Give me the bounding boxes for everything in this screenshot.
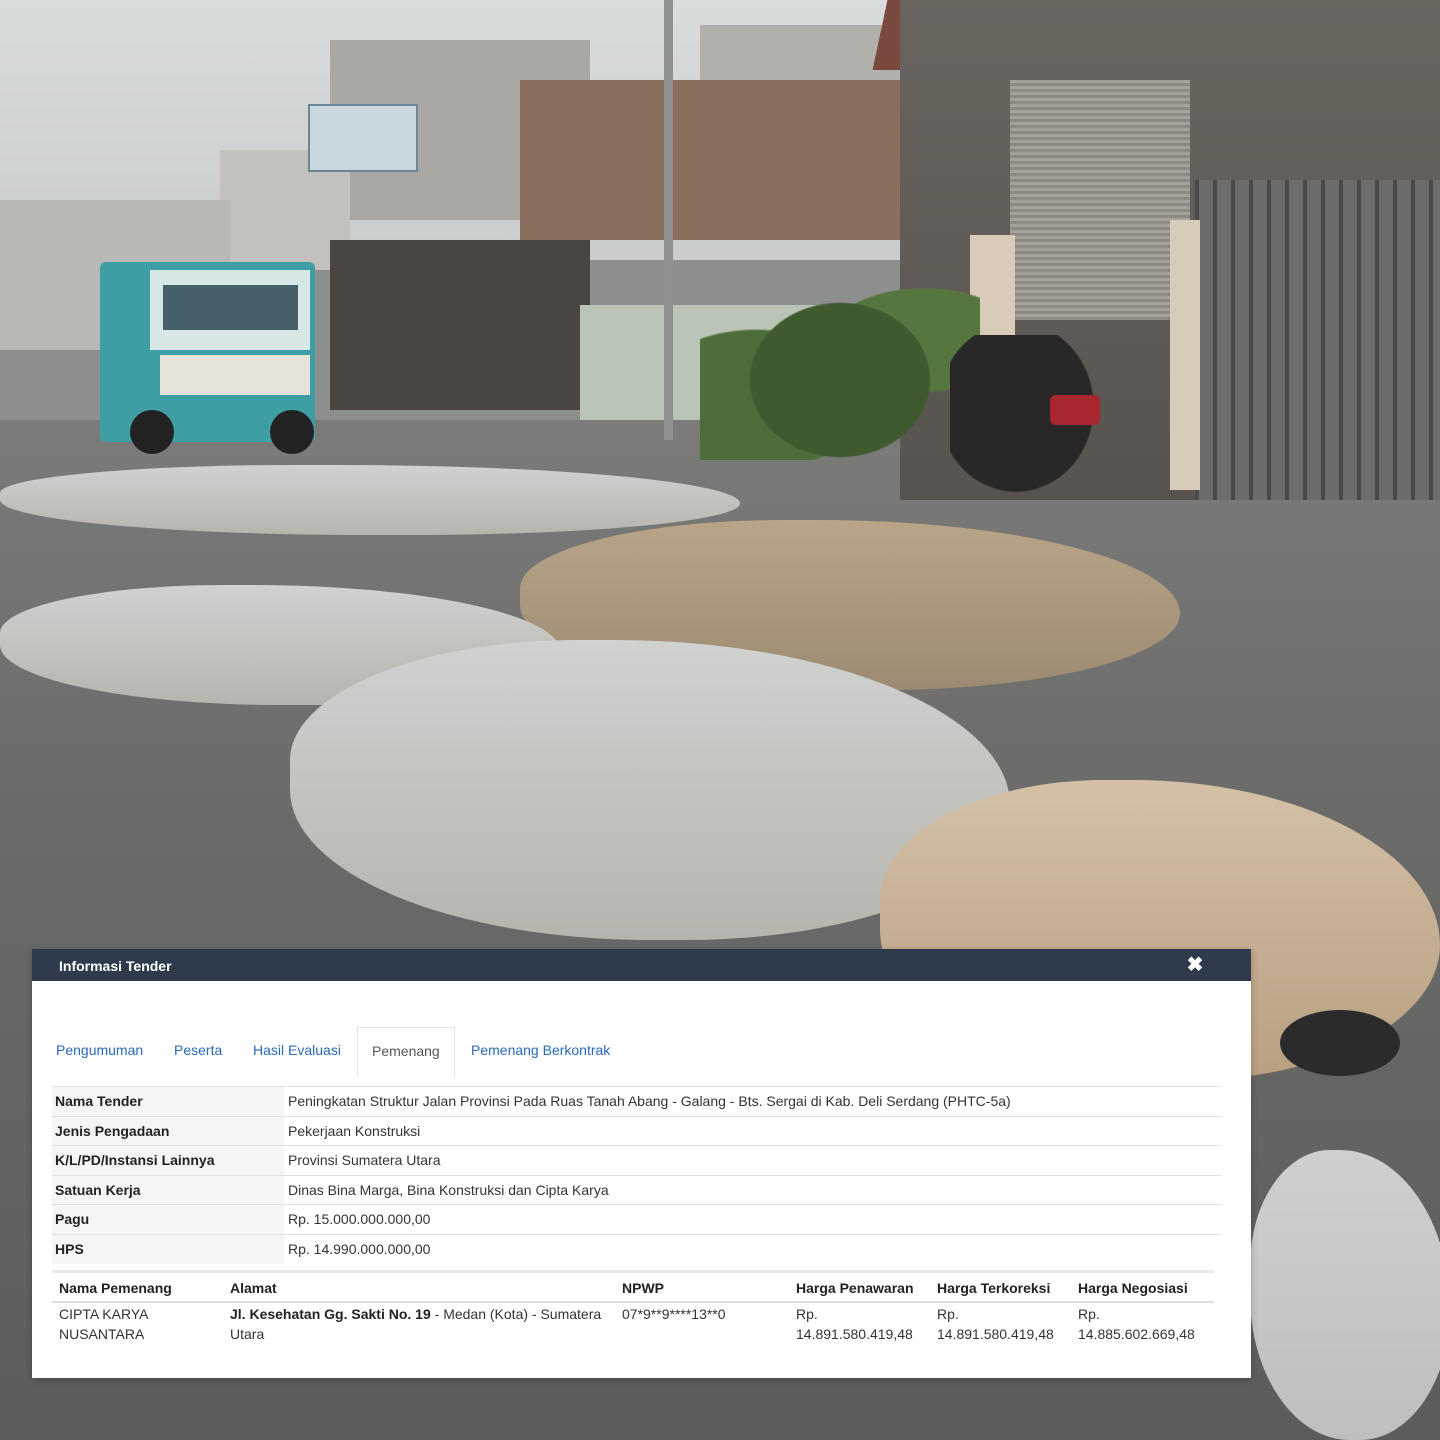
winner-name-line: CIPTA KARYA: [59, 1306, 149, 1322]
tender-info-dialog: Informasi Tender ✖ Pengumuman Peserta Ha…: [32, 949, 1251, 1378]
harga-penawaran: Rp. 14.891.580.419,48: [796, 1304, 913, 1344]
truck-wheel: [130, 410, 174, 454]
winner-name-line: NUSANTARA: [59, 1326, 145, 1342]
info-row-nama-tender: Nama Tender Peningkatan Struktur Jalan P…: [52, 1086, 1221, 1116]
harga-terkoreksi: Rp. 14.891.580.419,48: [937, 1304, 1054, 1344]
amount: 14.885.602.669,48: [1078, 1326, 1195, 1342]
address-province: Utara: [230, 1326, 265, 1342]
column-header: Harga Negosiasi: [1078, 1280, 1188, 1296]
tab-hasil-evaluasi[interactable]: Hasil Evaluasi: [251, 1027, 343, 1074]
column-header: Harga Terkoreksi: [937, 1280, 1051, 1296]
column-header: Alamat: [230, 1280, 277, 1296]
info-value: Provinsi Sumatera Utara: [288, 1152, 441, 1168]
column-header: Harga Penawaran: [796, 1280, 914, 1296]
info-row-instansi: K/L/PD/Instansi Lainnya Provinsi Sumater…: [52, 1145, 1221, 1175]
close-icon[interactable]: ✖: [1185, 955, 1205, 975]
info-label: Pagu: [52, 1205, 284, 1234]
amount: 14.891.580.419,48: [937, 1326, 1054, 1342]
address-city: - Medan (Kota) - Sumatera: [430, 1306, 602, 1322]
info-label: HPS: [52, 1234, 284, 1264]
tab-pengumuman[interactable]: Pengumuman: [54, 1027, 145, 1074]
winner-table-header: Nama Pemenang Alamat NPWP Harga Penawara…: [52, 1270, 1214, 1303]
truck-wheel: [270, 410, 314, 454]
harga-negosiasi: Rp. 14.885.602.669,48: [1078, 1304, 1195, 1344]
info-value: Pekerjaan Konstruksi: [288, 1122, 421, 1139]
info-label: Jenis Pengadaan: [52, 1116, 284, 1146]
dialog-header: Informasi Tender ✖: [32, 949, 1251, 981]
tab-peserta[interactable]: Peserta: [172, 1027, 224, 1074]
motorcycle-tail: [1050, 395, 1100, 425]
utility-pole: [664, 0, 673, 440]
shop-sign: [308, 104, 418, 172]
currency-label: Rp.: [796, 1306, 818, 1322]
info-label: Satuan Kerja: [52, 1175, 284, 1205]
dialog-title: Informasi Tender: [59, 958, 172, 974]
iron-gate: [1195, 180, 1440, 500]
column-header: Nama Pemenang: [59, 1280, 172, 1296]
amount: 14.891.580.419,48: [796, 1326, 913, 1342]
info-label: K/L/PD/Instansi Lainnya: [52, 1146, 284, 1175]
info-value: Dinas Bina Marga, Bina Konstruksi dan Ci…: [288, 1181, 609, 1198]
info-value: Rp. 15.000.000.000,00: [288, 1211, 431, 1227]
rolling-shutter: [1010, 80, 1190, 320]
truck-grill: [160, 355, 310, 395]
info-value: Peningkatan Struktur Jalan Provinsi Pada…: [288, 1093, 1011, 1109]
winner-name: CIPTA KARYA NUSANTARA: [59, 1304, 148, 1344]
potted-plants: [700, 260, 980, 460]
winner-npwp: 07*9**9****13**0: [622, 1306, 726, 1322]
winner-address: Jl. Kesehatan Gg. Sakti No. 19 - Medan (…: [230, 1304, 601, 1344]
info-row-hps: HPS Rp. 14.990.000.000,00: [52, 1233, 1221, 1264]
tab-pemenang[interactable]: Pemenang: [357, 1027, 455, 1076]
rock: [1280, 1010, 1400, 1076]
motorcycle: [950, 335, 1115, 515]
tab-bar: Pengumuman Peserta Hasil Evaluasi Pemena…: [52, 1027, 1232, 1076]
gate-pillar: [1170, 220, 1200, 490]
info-row-satuan-kerja: Satuan Kerja Dinas Bina Marga, Bina Kons…: [52, 1174, 1221, 1205]
info-label: Nama Tender: [52, 1087, 284, 1116]
column-header: NPWP: [622, 1280, 664, 1296]
truck-windshield: [163, 285, 298, 330]
info-value: Rp. 14.990.000.000,00: [288, 1240, 431, 1257]
puddle: [1250, 1150, 1440, 1440]
currency-label: Rp.: [937, 1306, 959, 1322]
address-street: Jl. Kesehatan Gg. Sakti No. 19: [230, 1306, 431, 1322]
info-row-pagu: Pagu Rp. 15.000.000.000,00: [52, 1204, 1221, 1234]
shop-front: [330, 240, 590, 410]
currency-label: Rp.: [1078, 1306, 1100, 1322]
tab-pemenang-berkontrak[interactable]: Pemenang Berkontrak: [469, 1027, 612, 1074]
info-row-jenis-pengadaan: Jenis Pengadaan Pekerjaan Konstruksi: [52, 1115, 1221, 1146]
